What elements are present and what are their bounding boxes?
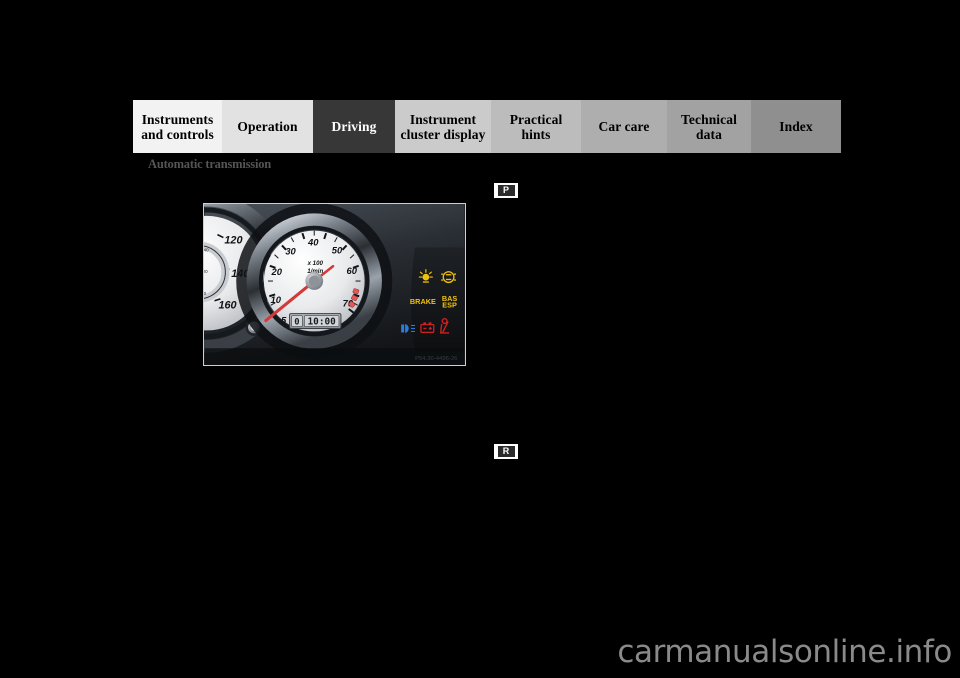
site-watermark: carmanualsonline.info (617, 634, 952, 670)
chapter-tab-bar: Instruments and controls Operation Driving… (133, 100, 841, 153)
svg-text:120: 120 (224, 235, 242, 247)
brake-telltale-label: BRAKE (410, 297, 436, 306)
tab-label: Instrument cluster display (400, 111, 486, 142)
svg-text:20: 20 (204, 269, 208, 274)
lcd-value: 10:00 (308, 317, 337, 328)
esp-telltale-label: ESP (442, 301, 457, 310)
gear-badge-reverse: R (494, 444, 518, 459)
svg-text:60: 60 (347, 266, 358, 276)
tab-label: Index (779, 119, 813, 134)
svg-text:40: 40 (307, 237, 319, 247)
svg-text:50: 50 (332, 245, 343, 255)
gear-badge-park-label: P (497, 185, 515, 196)
tachometer-gauge: 5 10 20 30 40 50 60 70 x 100 1/min 0 10:… (236, 204, 393, 360)
tab-label: Car care (598, 119, 650, 134)
tach-unit-line1: x 100 (307, 260, 324, 267)
svg-text:40: 40 (204, 247, 209, 252)
tab-instruments-and-controls[interactable]: Instruments and controls (133, 100, 222, 153)
tab-label: Operation (237, 119, 298, 134)
svg-text:20: 20 (270, 267, 282, 277)
tab-label: Instruments and controls (141, 111, 214, 142)
gear-badge-park: P (494, 183, 518, 198)
tab-label: Driving (331, 119, 377, 134)
tab-practical-hints[interactable]: Practical hints (491, 100, 581, 153)
page-title: Automatic transmission (148, 157, 272, 171)
tab-index[interactable]: Index (751, 100, 841, 153)
svg-text:0: 0 (294, 318, 299, 328)
tab-operation[interactable]: Operation (222, 100, 313, 153)
tab-car-care[interactable]: Car care (581, 100, 667, 153)
gear-badge-reverse-label: R (497, 446, 515, 457)
tab-driving[interactable]: Driving (313, 100, 395, 153)
svg-text:10: 10 (271, 295, 282, 305)
lcd-odometer: 0 10:00 (289, 313, 342, 329)
instrument-cluster-illustration: 120 140 160 40 20 0 (204, 204, 465, 365)
tab-instrument-cluster-display[interactable]: Instrument cluster display (395, 100, 491, 153)
svg-text:5: 5 (281, 316, 287, 326)
tab-technical-data[interactable]: Technical data (667, 100, 751, 153)
tab-label: Technical data (681, 111, 737, 142)
instrument-cluster-figure: 120 140 160 40 20 0 (203, 203, 466, 366)
svg-text:30: 30 (285, 246, 296, 256)
tab-label: Practical hints (509, 111, 563, 142)
svg-text:160: 160 (218, 300, 236, 312)
